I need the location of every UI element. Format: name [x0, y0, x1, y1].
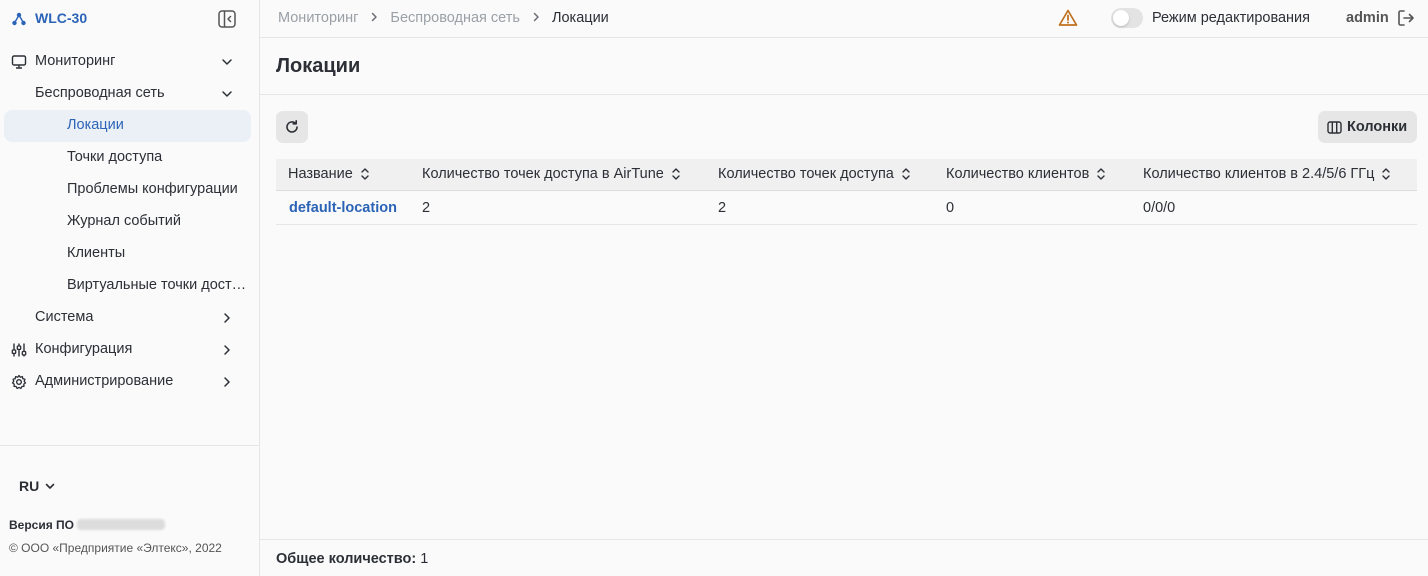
chevron-down-icon — [222, 59, 232, 65]
sidebar-item-label: Локации — [67, 117, 124, 133]
total-label: Общее количество: — [276, 551, 417, 567]
column-header-label: Название — [288, 166, 353, 182]
sidebar-collapse-icon[interactable] — [217, 9, 237, 29]
version-label: Версия ПО — [9, 518, 75, 532]
column-header-airtune-aps[interactable]: Количество точек доступа в AirTune — [422, 166, 681, 182]
breadcrumb-separator — [531, 11, 541, 25]
sliders-icon — [11, 343, 27, 357]
columns-icon — [1327, 120, 1342, 134]
sidebar-item-config-problems[interactable]: Проблемы конфигурации — [0, 174, 259, 206]
sidebar-item-label: Беспроводная сеть — [35, 85, 165, 101]
column-header-clients-bands[interactable]: Количество клиентов в 2.4/5/6 ГГц — [1143, 166, 1391, 182]
sort-icon — [1382, 168, 1391, 180]
sort-icon — [361, 168, 369, 180]
logo-icon — [12, 12, 26, 26]
total-value: 1 — [420, 551, 429, 567]
columns-button[interactable]: Колонки — [1318, 111, 1417, 143]
sidebar-item-label: Администрирование — [35, 373, 174, 389]
copyright: © ООО «Предприятие «Элтекс», 2022 — [9, 541, 222, 555]
gear-icon — [11, 374, 27, 390]
sidebar-item-label: Журнал событий — [67, 213, 181, 229]
monitor-icon — [11, 55, 27, 69]
divider — [260, 94, 1428, 95]
page-title: Локации — [276, 55, 361, 77]
sidebar-item-label: Клиенты — [67, 245, 126, 261]
app-title: WLC-30 — [35, 10, 88, 26]
sidebar-item-locations[interactable]: Локации — [4, 110, 251, 142]
chevron-down-icon — [45, 483, 55, 489]
table-header: Название Количество точек доступа в AirT… — [276, 159, 1417, 191]
refresh-button[interactable] — [276, 111, 308, 143]
version-info: Версия ПО — [9, 518, 166, 532]
sidebar-item-label: Точки доступа — [67, 149, 163, 165]
breadcrumb-item[interactable]: Мониторинг — [278, 10, 358, 26]
warning-icon[interactable] — [1058, 8, 1078, 28]
location-name-link[interactable]: default-location — [289, 200, 397, 216]
sidebar-item-access-points[interactable]: Точки доступа — [0, 142, 259, 174]
version-value-redacted — [77, 519, 166, 530]
breadcrumb-separator — [369, 11, 379, 25]
chevron-right-icon — [224, 377, 230, 387]
column-header-name[interactable]: Название — [288, 166, 370, 182]
breadcrumb: Мониторинг Беспроводная сеть Локации — [278, 10, 609, 26]
sidebar-item-virtual-aps[interactable]: Виртуальные точки дост… — [0, 270, 259, 302]
top-bar: Мониторинг Беспроводная сеть Локации Реж… — [260, 0, 1428, 38]
total-count: Общее количество: 1 — [276, 551, 428, 567]
brand: WLC-30 — [0, 0, 259, 38]
sort-icon — [672, 168, 680, 180]
table-row: default-location 2 2 0 0/0/0 — [276, 192, 1417, 225]
sidebar-item-label: Система — [35, 309, 94, 325]
chevron-right-icon — [224, 313, 230, 323]
chevron-down-icon — [222, 91, 232, 97]
column-header-label: Количество клиентов в 2.4/5/6 ГГц — [1143, 166, 1375, 182]
language-label: RU — [19, 478, 40, 494]
user-name[interactable]: admin — [1346, 10, 1389, 26]
column-header-aps[interactable]: Количество точек доступа — [718, 166, 911, 182]
sidebar-item-label: Конфигурация — [35, 341, 133, 357]
logout-icon[interactable] — [1396, 8, 1416, 28]
refresh-icon — [286, 120, 298, 133]
sidebar-item-system[interactable]: Система — [0, 302, 259, 334]
sidebar-item-label: Мониторинг — [35, 53, 116, 69]
sort-icon — [1097, 168, 1105, 180]
columns-button-label: Колонки — [1347, 119, 1408, 135]
divider — [260, 539, 1428, 540]
sidebar-item-clients[interactable]: Клиенты — [0, 238, 259, 270]
chevron-right-icon — [224, 345, 230, 355]
edit-mode-label: Режим редактирования — [1152, 10, 1311, 26]
column-header-label: Количество клиентов — [946, 166, 1090, 182]
sidebar-item-monitoring[interactable]: Мониторинг — [0, 46, 259, 78]
sort-icon — [902, 168, 910, 180]
edit-mode-toggle[interactable] — [1111, 8, 1143, 28]
sidebar-footer: RU Версия ПО © ООО «Предприятие «Элтекс»… — [0, 445, 259, 576]
sidebar-item-event-log[interactable]: Журнал событий — [0, 206, 259, 238]
table-cell: 2 — [718, 200, 727, 216]
column-header-label: Количество точек доступа — [718, 166, 894, 182]
breadcrumb-item[interactable]: Беспроводная сеть — [390, 10, 520, 26]
language-selector[interactable]: RU — [19, 478, 56, 494]
sidebar: WLC-30 Мониторинг Беспроводная сеть Лока… — [0, 0, 260, 576]
table-cell: 0 — [946, 200, 955, 216]
sidebar-item-wireless[interactable]: Беспроводная сеть — [0, 78, 259, 110]
sidebar-item-administration[interactable]: Администрирование — [0, 366, 259, 398]
column-header-label: Количество точек доступа в AirTune — [422, 166, 664, 182]
sidebar-item-label: Виртуальные точки дост… — [67, 277, 247, 293]
breadcrumb-current: Локации — [551, 10, 609, 26]
sidebar-item-label: Проблемы конфигурации — [67, 181, 238, 197]
table-cell: 0/0/0 — [1143, 200, 1176, 216]
table-cell: 2 — [422, 200, 431, 216]
column-header-clients[interactable]: Количество клиентов — [946, 166, 1106, 182]
sidebar-item-configuration[interactable]: Конфигурация — [0, 334, 259, 366]
